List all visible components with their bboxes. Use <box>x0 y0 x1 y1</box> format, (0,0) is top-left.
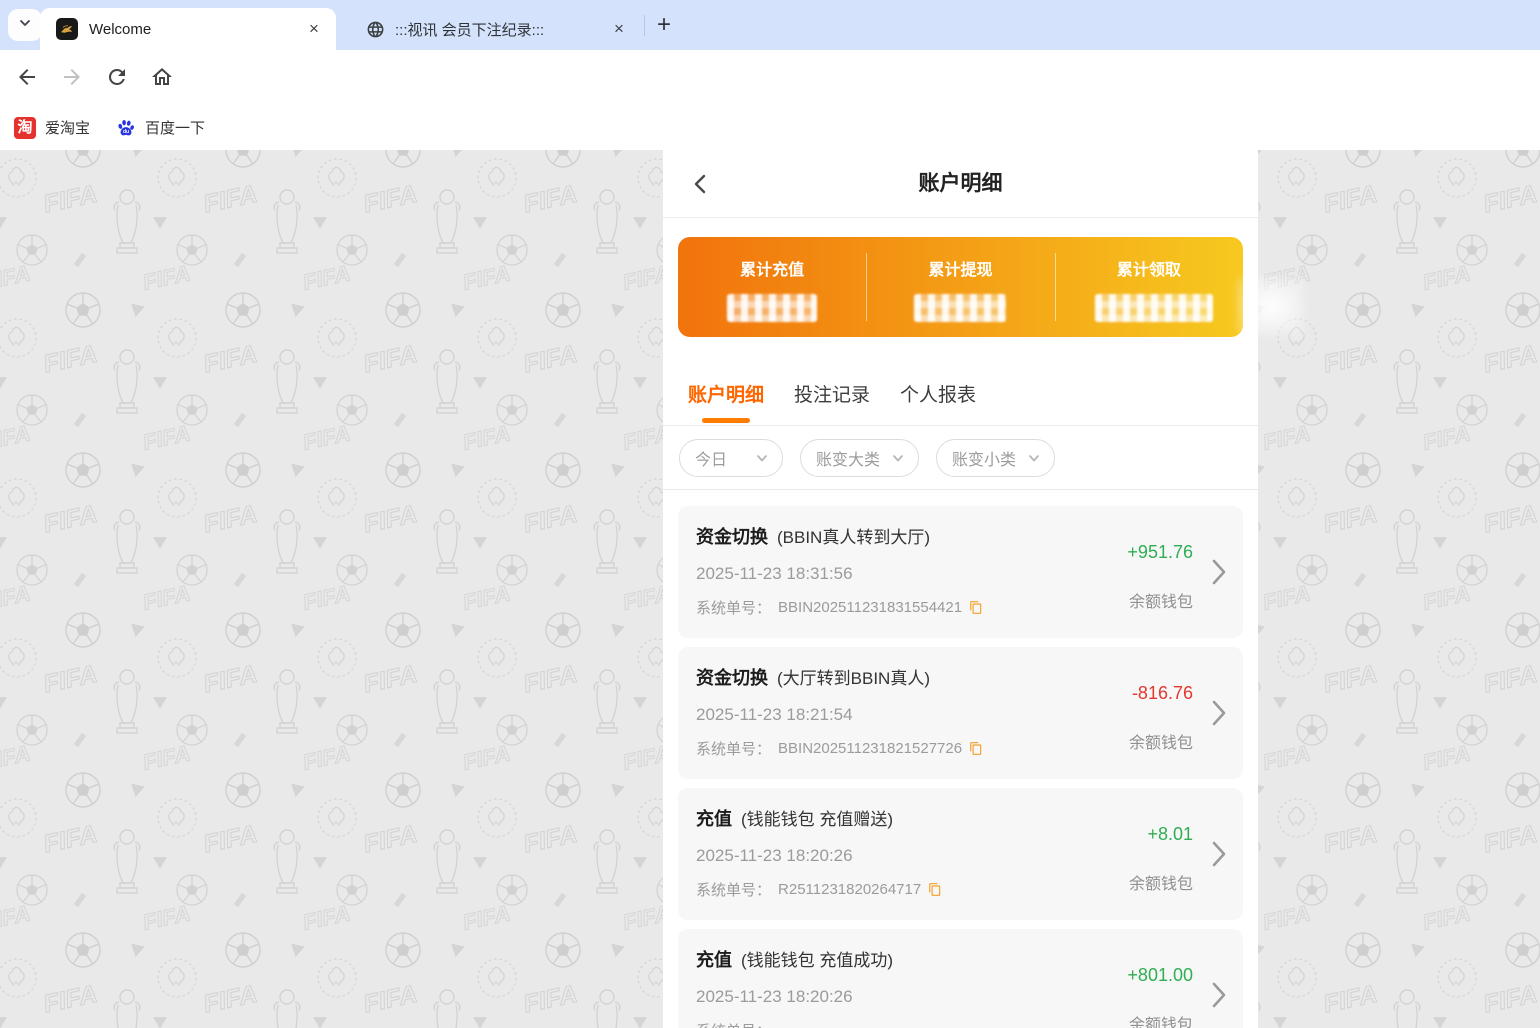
tab-search-button[interactable] <box>8 9 42 41</box>
transaction-time: 2025-11-23 18:20:26 <box>696 987 853 1006</box>
taobao-icon: 淘 <box>14 116 36 139</box>
transaction-type: 充值 <box>696 950 732 970</box>
transaction-amount: +8.01 <box>1147 824 1193 844</box>
close-icon[interactable]: × <box>304 19 324 39</box>
censor-blur-patch <box>1237 276 1305 336</box>
chevron-down-icon <box>19 16 31 34</box>
tab-title: Welcome <box>89 20 152 38</box>
order-number: BBIN202511231821527726 <box>778 740 963 757</box>
nav-tabs-row: 账户明细 投注记录 个人报表 <box>663 365 1258 426</box>
transaction-amount: -816.76 <box>1131 683 1193 703</box>
globe-icon <box>366 20 385 39</box>
transaction-type: 充值 <box>696 809 732 829</box>
bookmark-aitaobao[interactable]: 淘 爱淘宝 <box>14 116 91 139</box>
back-chevron-icon[interactable] <box>689 172 713 196</box>
wallet-label: 余额钱包 <box>1128 1017 1193 1028</box>
transaction-note: (钱能钱包 充值成功) <box>741 951 894 970</box>
transaction-row[interactable]: 资金切换 (大厅转到BBIN真人) 2025-11-23 18:21:54 系统单… <box>678 647 1243 779</box>
chevron-down-icon <box>891 451 905 465</box>
order-number: R2511231820264717 <box>778 881 922 898</box>
chevron-right-icon[interactable] <box>1211 840 1227 873</box>
transaction-row[interactable]: 充值(钱能钱包 充值成功) 2025-11-23 18:20:26 系统单号： … <box>678 929 1243 1028</box>
close-icon[interactable]: × <box>609 19 629 39</box>
censored-value <box>727 294 818 322</box>
chevron-down-icon <box>1027 451 1041 465</box>
chevron-right-icon[interactable] <box>1211 699 1227 732</box>
baidu-paw-icon: du <box>116 118 136 138</box>
wallet-label: 余额钱包 <box>1128 594 1193 611</box>
chevron-right-icon[interactable] <box>1211 558 1227 591</box>
transaction-list: 资金切换 (BBIN真人转到大厅) 2025-11-23 18:31:56 系统单… <box>678 506 1243 1028</box>
wallet-label: 余额钱包 <box>1128 735 1193 752</box>
filters-row: 今日 账变大类 账变小类 <box>663 426 1258 490</box>
transaction-time: 2025-11-23 18:31:56 <box>696 564 853 583</box>
bookmarks-bar: 淘 爱淘宝 du 百度一下 <box>0 105 1540 150</box>
tab-betting-records[interactable]: :::视讯 会员下注纪录::: × <box>350 8 635 50</box>
filter-date-select[interactable]: 今日 <box>679 438 783 477</box>
back-button[interactable] <box>15 65 39 89</box>
transaction-type: 资金切换 <box>696 668 768 688</box>
site-favicon-icon <box>56 18 78 40</box>
new-tab-button[interactable]: + <box>650 11 678 39</box>
tab-welcome[interactable]: Welcome × <box>40 8 336 50</box>
copy-icon[interactable] <box>969 600 983 615</box>
panel-header: 账户明细 <box>663 150 1258 218</box>
order-prefix: 系统单号： <box>696 741 772 758</box>
browser-tab-strip: Welcome × :::视讯 会员下注纪录::: × + <box>0 0 1540 50</box>
filter-major-category-select[interactable]: 账变大类 <box>800 438 919 477</box>
page-title: 账户明细 <box>918 172 1003 195</box>
bookmark-label: 爱淘宝 <box>45 120 91 137</box>
chevron-right-icon[interactable] <box>1211 981 1227 1014</box>
tab-title: :::视讯 会员下注纪录::: <box>395 21 545 39</box>
copy-icon[interactable] <box>928 882 942 897</box>
copy-icon[interactable] <box>969 741 983 756</box>
order-number: BBIN202511231831554421 <box>778 599 963 616</box>
transaction-amount: +801.00 <box>1127 965 1193 985</box>
tab-personal-report[interactable]: 个人报表 <box>900 380 976 426</box>
transaction-amount: +951.76 <box>1127 542 1193 562</box>
browser-toolbar: 175616.cc/reports/index <box>0 50 1540 148</box>
transaction-row[interactable]: 资金切换 (BBIN真人转到大厅) 2025-11-23 18:31:56 系统单… <box>678 506 1243 638</box>
order-prefix: 系统单号： <box>696 600 772 617</box>
order-prefix: 系统单号： <box>696 1020 771 1028</box>
transaction-type: 资金切换 <box>696 527 768 547</box>
tab-account-detail[interactable]: 账户明细 <box>688 380 764 426</box>
transaction-note: (钱能钱包 充值赠送) <box>741 810 894 829</box>
transaction-note: (BBIN真人转到大厅) <box>777 528 930 547</box>
stat-total-withdrawal: 累计提现 <box>866 237 1054 337</box>
tab-bet-records[interactable]: 投注记录 <box>794 380 870 426</box>
stat-total-claimed: 累计领取 <box>1054 237 1243 337</box>
filter-minor-category-select[interactable]: 账变小类 <box>936 438 1055 477</box>
account-detail-panel: 账户明细 累计充值 累计提现 累计领取 账户明细 投注记录 个人报表 今日 账变… <box>663 150 1258 1028</box>
bookmark-label: 百度一下 <box>145 120 206 137</box>
reload-button[interactable] <box>105 65 129 89</box>
stat-total-deposit: 累计充值 <box>678 237 866 337</box>
wallet-label: 余额钱包 <box>1128 876 1193 893</box>
chevron-down-icon <box>755 451 769 465</box>
transaction-row[interactable]: 充值 (钱能钱包 充值赠送) 2025-11-23 18:20:26 系统单号： … <box>678 788 1243 920</box>
totals-card: 累计充值 累计提现 累计领取 <box>678 237 1243 337</box>
transaction-time: 2025-11-23 18:20:26 <box>696 846 853 865</box>
censored-value <box>1094 294 1213 322</box>
svg-text:du: du <box>123 129 129 135</box>
home-button[interactable] <box>150 65 174 89</box>
bookmark-baidu[interactable]: du 百度一下 <box>116 117 205 138</box>
order-prefix: 系统单号： <box>696 882 772 899</box>
transaction-time: 2025-11-23 18:21:54 <box>696 705 853 724</box>
tab-divider <box>644 15 645 36</box>
censored-value <box>914 294 1007 322</box>
forward-button[interactable] <box>60 65 84 89</box>
transaction-note: (大厅转到BBIN真人) <box>777 669 930 688</box>
